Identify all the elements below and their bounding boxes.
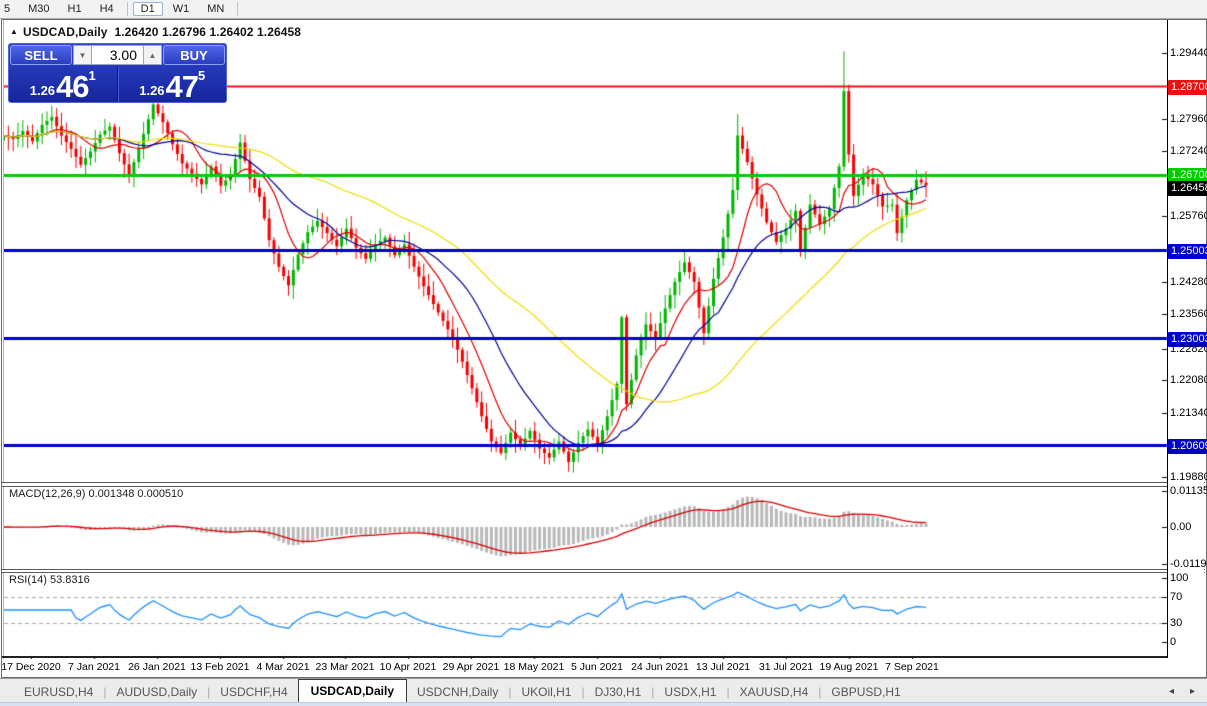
chart-title-symbol: USDCAD,Daily bbox=[23, 25, 108, 39]
price-tick-1.24280: 1.24280 bbox=[1170, 276, 1207, 288]
lot-size-input[interactable]: 3.00 bbox=[92, 45, 143, 65]
buy-price-sup: 5 bbox=[198, 68, 206, 83]
macd-indicator-label: MACD(12,26,9) 0.001348 0.000510 bbox=[9, 488, 184, 500]
sell-price-display[interactable]: 1.26 46 1 bbox=[9, 66, 118, 103]
price-tick-1.25760: 1.25760 bbox=[1170, 210, 1207, 222]
tab-USDCNH-Daily[interactable]: USDCNH,Daily bbox=[407, 682, 508, 703]
buy-price-big: 47 bbox=[165, 69, 199, 103]
price-tick-1.27960: 1.27960 bbox=[1170, 113, 1207, 125]
tab-UKOil-H1[interactable]: UKOil,H1 bbox=[511, 682, 581, 703]
date-tick: 7 Sep 2021 bbox=[885, 661, 939, 673]
tab-scroll-right-icon[interactable]: ▸ bbox=[1190, 686, 1195, 697]
chart-bottom-border bbox=[2, 656, 1168, 658]
tab-XAUUSD-H4[interactable]: XAUUSD,H4 bbox=[730, 682, 819, 703]
tab-USDCAD-Daily[interactable]: USDCAD,Daily bbox=[297, 679, 407, 703]
price-axis: 1.29440 1.28700 1.27960 1.27240 1.26700 1.264… bbox=[1168, 20, 1207, 675]
rsi-indicator-label: RSI(14) 53.8316 bbox=[9, 574, 90, 586]
price-tick-1.23560: 1.23560 bbox=[1170, 308, 1207, 320]
buy-price-display[interactable]: 1.26 47 5 bbox=[117, 66, 227, 103]
date-tick: 29 Apr 2021 bbox=[442, 661, 500, 673]
lot-decrease-button[interactable]: ▼ bbox=[73, 45, 92, 65]
sell-button[interactable]: SELL bbox=[10, 45, 72, 65]
timeframe-H4[interactable]: H4 bbox=[92, 2, 122, 16]
price-tick-1.25003: 1.25003 bbox=[1168, 244, 1207, 259]
price-tick-1.20609: 1.20609 bbox=[1168, 439, 1207, 454]
buy-price-small: 1.26 bbox=[139, 83, 165, 98]
timeframe-MN[interactable]: MN bbox=[199, 2, 232, 16]
macd-tick--0.01190: -0.01190 bbox=[1170, 558, 1207, 570]
macd-tick-0.00: 0.00 bbox=[1170, 521, 1192, 533]
mt4-terminal: 5 M30 H1 H4 D1 W1 MN ▲ USDCAD,Daily 1.26420 1.2… bbox=[0, 0, 1207, 706]
rsi-tick-70: 70 bbox=[1170, 591, 1183, 603]
timeframe-W1[interactable]: W1 bbox=[165, 2, 198, 16]
date-tick: 24 Jun 2021 bbox=[631, 661, 689, 673]
date-tick: 18 May 2021 bbox=[503, 661, 565, 673]
price-tick-1.27240: 1.27240 bbox=[1170, 145, 1207, 157]
timeframe-H1[interactable]: H1 bbox=[60, 2, 90, 16]
rsi-tick-0: 0 bbox=[1170, 636, 1177, 648]
tab-scroll-left-icon[interactable]: ◂ bbox=[1169, 686, 1174, 697]
tab-GBPUSD-H1[interactable]: GBPUSD,H1 bbox=[821, 682, 910, 703]
price-tick-1.29440: 1.29440 bbox=[1170, 47, 1207, 59]
timeframe-M30[interactable]: M30 bbox=[20, 2, 57, 16]
date-tick: 26 Jan 2021 bbox=[128, 661, 186, 673]
price-tick-1.26458: 1.26458 bbox=[1168, 181, 1207, 196]
price-tick-1.22080: 1.22080 bbox=[1170, 374, 1207, 386]
price-tick-1.22820: 1.22820 bbox=[1170, 343, 1207, 355]
macd-pane-splitter[interactable] bbox=[2, 482, 1205, 487]
buy-button[interactable]: BUY bbox=[163, 45, 225, 65]
date-tick: 23 Mar 2021 bbox=[315, 661, 375, 673]
date-tick: 19 Aug 2021 bbox=[819, 661, 879, 673]
price-tick-1.28700: 1.28700 bbox=[1168, 80, 1207, 95]
price-tick-1.19880: 1.19880 bbox=[1170, 471, 1207, 483]
chart-title-ohlc: 1.26420 1.26796 1.26402 1.26458 bbox=[114, 25, 302, 39]
rsi-tick-100: 100 bbox=[1170, 572, 1189, 584]
timeframe-toolbar: 5 M30 H1 H4 D1 W1 MN bbox=[0, 0, 1207, 19]
chart-tab-bar: EURUSD,H4 | AUDUSD,Daily | USDCHF,H4 USDCAD,D… bbox=[0, 678, 1207, 703]
tab-DJ30-H1[interactable]: DJ30,H1 bbox=[585, 682, 652, 703]
tab-AUDUSD-Daily[interactable]: AUDUSD,Daily bbox=[106, 682, 207, 703]
date-tick: 31 Jul 2021 bbox=[758, 661, 814, 673]
timeframe-5[interactable]: 5 bbox=[0, 2, 18, 16]
tab-USDX-H1[interactable]: USDX,H1 bbox=[654, 682, 726, 703]
price-tick-1.21340: 1.21340 bbox=[1170, 407, 1207, 419]
timeframe-D1[interactable]: D1 bbox=[132, 2, 163, 16]
one-click-trade-panel: SELL ▼ 3.00 ▲ BUY 1.26 46 1 1.26 47 5 bbox=[8, 43, 227, 103]
lot-increase-button[interactable]: ▲ bbox=[143, 45, 162, 65]
tab-USDCHF-H4[interactable]: USDCHF,H4 bbox=[210, 682, 297, 703]
sell-price-big: 46 bbox=[56, 69, 89, 103]
date-tick: 17 Dec 2020 bbox=[1, 661, 61, 673]
macd-tick-0.01135: 0.01135 bbox=[1170, 485, 1207, 497]
date-axis[interactable]: 17 Dec 2020 7 Jan 2021 26 Jan 2021 13 Feb 2… bbox=[1, 659, 1167, 676]
toolbar-separator bbox=[237, 2, 239, 16]
rsi-tick-30: 30 bbox=[1170, 617, 1183, 629]
date-tick: 7 Jan 2021 bbox=[68, 661, 120, 673]
tab-EURUSD-H4[interactable]: EURUSD,H4 bbox=[14, 682, 103, 703]
chart-window: ▲ USDCAD,Daily 1.26420 1.26796 1.26402 1.… bbox=[0, 19, 1207, 678]
date-tick: 4 Mar 2021 bbox=[256, 661, 310, 673]
price-chart-canvas[interactable] bbox=[4, 20, 1168, 664]
collapse-panel-icon[interactable]: ▲ bbox=[10, 27, 18, 36]
sell-price-sup: 1 bbox=[88, 68, 96, 83]
rsi-pane-splitter[interactable] bbox=[2, 569, 1205, 573]
sell-price-small: 1.26 bbox=[29, 83, 56, 98]
date-tick: 13 Jul 2021 bbox=[695, 661, 751, 673]
chart-title: ▲ USDCAD,Daily 1.26420 1.26796 1.26402 1.… bbox=[10, 25, 301, 39]
date-tick: 13 Feb 2021 bbox=[190, 661, 250, 673]
date-tick: 10 Apr 2021 bbox=[379, 661, 437, 673]
status-bar-edge bbox=[0, 702, 1207, 706]
date-tick: 5 Jun 2021 bbox=[571, 661, 623, 673]
toolbar-separator bbox=[126, 2, 128, 16]
